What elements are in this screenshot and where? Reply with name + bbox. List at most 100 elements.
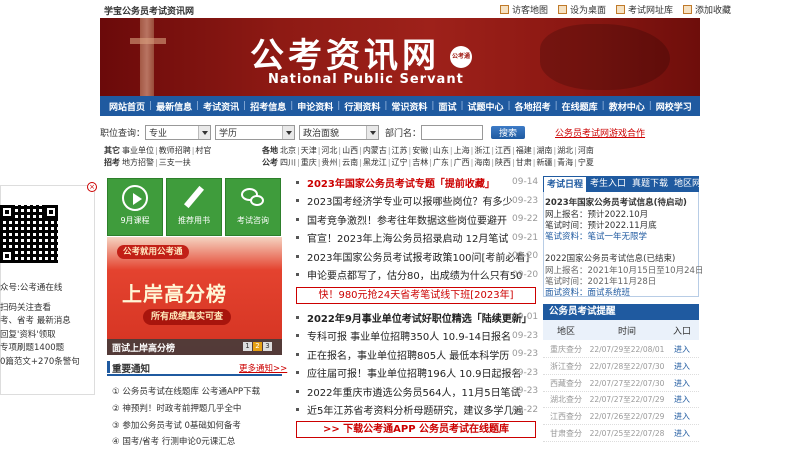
region-link[interactable]: 山西 bbox=[342, 146, 358, 155]
region-link[interactable]: 江苏 bbox=[392, 146, 408, 155]
region-link[interactable]: 甘肃 bbox=[516, 158, 532, 167]
tab-downloads[interactable]: 真题下载 bbox=[629, 176, 671, 192]
add-favorite-link[interactable]: 添加收藏 bbox=[683, 3, 731, 16]
region-link[interactable]: 江西 bbox=[495, 146, 511, 155]
promo-text-link[interactable]: 快！980元抢24天省考笔试线下班[2023年] bbox=[296, 287, 536, 304]
pager-2[interactable]: 2 bbox=[253, 342, 262, 351]
region-link[interactable]: 湖北 bbox=[557, 146, 573, 155]
nav-latest[interactable]: 最新信息 bbox=[153, 100, 195, 113]
pager-1[interactable]: 1 bbox=[243, 342, 252, 351]
remind-enter-link[interactable]: 进入 bbox=[665, 344, 699, 355]
notice-item[interactable]: ② 神预判！时政考前押题几乎全中 bbox=[112, 402, 241, 414]
nav-regions[interactable]: 各地招考 bbox=[512, 100, 554, 113]
tab-candidate[interactable]: 考生入口 bbox=[587, 176, 629, 192]
region-link[interactable]: 辽宁 bbox=[392, 158, 408, 167]
schedule-item2-link[interactable]: 面试资料：面试系统班 bbox=[545, 286, 630, 298]
url-library-link[interactable]: 考试网址库 bbox=[616, 3, 673, 16]
major-select[interactable]: 专业 bbox=[145, 124, 212, 140]
nav-questions[interactable]: 试题中心 bbox=[465, 100, 507, 113]
news-item[interactable]: 近5年江苏省考资料分析母题研究，建议多学几遍 bbox=[296, 401, 538, 419]
other-recruit-link[interactable]: 地方招警 bbox=[122, 158, 154, 167]
other-recruit-link[interactable]: 教师招聘 bbox=[159, 146, 191, 155]
course-tile[interactable]: 9月课程 bbox=[107, 178, 163, 236]
nav-online-school[interactable]: 网校学习 bbox=[653, 100, 695, 113]
other-recruit-link[interactable]: 三支一扶 bbox=[159, 158, 191, 167]
guide-link[interactable]: 公务员考试网游戏合作 bbox=[555, 126, 645, 139]
other-recruit-link[interactable]: 村官 bbox=[195, 146, 211, 155]
region-link[interactable]: 上海 bbox=[454, 146, 470, 155]
news-item[interactable]: 专科可报 事业单位招聘350人 10.9-14日报名 bbox=[296, 327, 538, 345]
region-link[interactable]: 吉林 bbox=[412, 158, 428, 167]
region-link[interactable]: 新疆 bbox=[536, 158, 552, 167]
notice-bar bbox=[107, 361, 110, 373]
tab-regions[interactable]: 地区网站 bbox=[671, 176, 713, 192]
remind-enter-link[interactable]: 进入 bbox=[665, 378, 699, 389]
other-recruit-link[interactable]: 事业单位 bbox=[122, 146, 154, 155]
visitor-map-link[interactable]: 访客地图 bbox=[500, 3, 548, 16]
region-link[interactable]: 海南 bbox=[474, 158, 490, 167]
region-link[interactable]: 广西 bbox=[454, 158, 470, 167]
region-link[interactable]: 北京 bbox=[280, 146, 296, 155]
nav-home[interactable]: 网站首页 bbox=[106, 100, 148, 113]
consult-tile[interactable]: 考试咨询 bbox=[225, 178, 281, 236]
notice-item[interactable]: ③ 参加公务员考试 0基础如何备考 bbox=[112, 419, 241, 431]
notice-more-link[interactable]: 更多通知>> bbox=[239, 362, 287, 374]
region-link[interactable]: 宁夏 bbox=[578, 158, 594, 167]
politics-select[interactable]: 政治面貌 bbox=[299, 124, 380, 140]
pager-3[interactable]: 3 bbox=[263, 342, 272, 351]
news-item[interactable]: 2023年国家公务员考试专题「提前收藏」 bbox=[296, 173, 538, 191]
nav-interview[interactable]: 面试 bbox=[435, 100, 459, 113]
notice-item[interactable]: ④ 国考/省考 行测申论0元课汇总 bbox=[112, 435, 235, 447]
region-link[interactable]: 四川 bbox=[280, 158, 296, 167]
region-link[interactable]: 青海 bbox=[557, 158, 573, 167]
nav-recruit[interactable]: 招考信息 bbox=[247, 100, 289, 113]
news-item[interactable]: 2023年国家公务员考试报考政策100问[考前必看] bbox=[296, 247, 538, 265]
promo-chip: 公考就用公考通 bbox=[117, 245, 189, 259]
close-icon[interactable]: × bbox=[87, 182, 97, 192]
remind-enter-link[interactable]: 进入 bbox=[665, 361, 699, 372]
news-item[interactable]: 申论要点都写了，估分80，出成绩为什么只有50 bbox=[296, 266, 538, 284]
news-item[interactable]: 应往届可报！事业单位招聘196人 10.9日起报名 bbox=[296, 364, 538, 382]
news-item[interactable]: 2022年9月事业单位考试好职位精选「陆续更新」 bbox=[296, 308, 538, 326]
region-link[interactable]: 安徽 bbox=[412, 146, 428, 155]
region-link[interactable]: 黑龙江 bbox=[363, 158, 387, 167]
education-select[interactable]: 学历 bbox=[215, 124, 296, 140]
region-link[interactable]: 内蒙古 bbox=[363, 146, 387, 155]
news-item[interactable]: 2022年重庆市遴选公务员564人，11月5日笔试 bbox=[296, 382, 538, 400]
region-link[interactable]: 云南 bbox=[342, 158, 358, 167]
schedule-item1-link[interactable]: 笔试资料：笔试一年无限学 bbox=[545, 230, 647, 242]
news-item[interactable]: 官宣！2023年上海公务员招录启动 12月笔试 bbox=[296, 229, 538, 247]
news-item[interactable]: 国考竞争激烈！参考往年数据这些岗位要避开 bbox=[296, 210, 538, 228]
remind-enter-link[interactable]: 进入 bbox=[665, 411, 699, 422]
region-link[interactable]: 贵州 bbox=[321, 158, 337, 167]
region-link[interactable]: 福建 bbox=[516, 146, 532, 155]
region-link[interactable]: 广东 bbox=[433, 158, 449, 167]
region-link[interactable]: 重庆 bbox=[301, 158, 317, 167]
search-button[interactable]: 搜索 bbox=[491, 125, 526, 139]
dept-input[interactable] bbox=[421, 124, 484, 140]
region-link[interactable]: 浙江 bbox=[474, 146, 490, 155]
news-item[interactable]: 2023国考经济学专业可以报哪些岗位？有多少 bbox=[296, 192, 538, 210]
region-link[interactable]: 湖南 bbox=[536, 146, 552, 155]
nav-online-bank[interactable]: 在线题库 bbox=[559, 100, 601, 113]
tab-schedule[interactable]: 考试日程 bbox=[543, 176, 588, 192]
books-tile[interactable]: 推荐用书 bbox=[166, 178, 222, 236]
remind-enter-link[interactable]: 进入 bbox=[665, 394, 699, 405]
remind-enter-link[interactable]: 进入 bbox=[665, 428, 699, 439]
nav-knowledge[interactable]: 常识资料 bbox=[388, 100, 430, 113]
region-link[interactable]: 天津 bbox=[301, 146, 317, 155]
region-link[interactable]: 河北 bbox=[321, 146, 337, 155]
nav-exam-news[interactable]: 考试资讯 bbox=[200, 100, 242, 113]
nav-aptitude[interactable]: 行测资料 bbox=[341, 100, 383, 113]
set-desktop-link[interactable]: 设为桌面 bbox=[558, 3, 606, 16]
nav-textbooks[interactable]: 教材中心 bbox=[606, 100, 648, 113]
app-download-link[interactable]: >> 下载公考通APP 公务员考试在线题库 bbox=[296, 421, 536, 438]
wechat-icon bbox=[240, 185, 266, 211]
region-link[interactable]: 陕西 bbox=[495, 158, 511, 167]
news-item[interactable]: 正在报名，事业单位招聘805人 最低本科学历 bbox=[296, 345, 538, 363]
region-link[interactable]: 山东 bbox=[433, 146, 449, 155]
notice-item[interactable]: ① 公务员考试在线题库 公考通APP下载 bbox=[112, 385, 260, 397]
region-link[interactable]: 河南 bbox=[578, 146, 594, 155]
remind-region: 甘肃查分 bbox=[550, 429, 582, 438]
nav-essay[interactable]: 申论资料 bbox=[294, 100, 336, 113]
